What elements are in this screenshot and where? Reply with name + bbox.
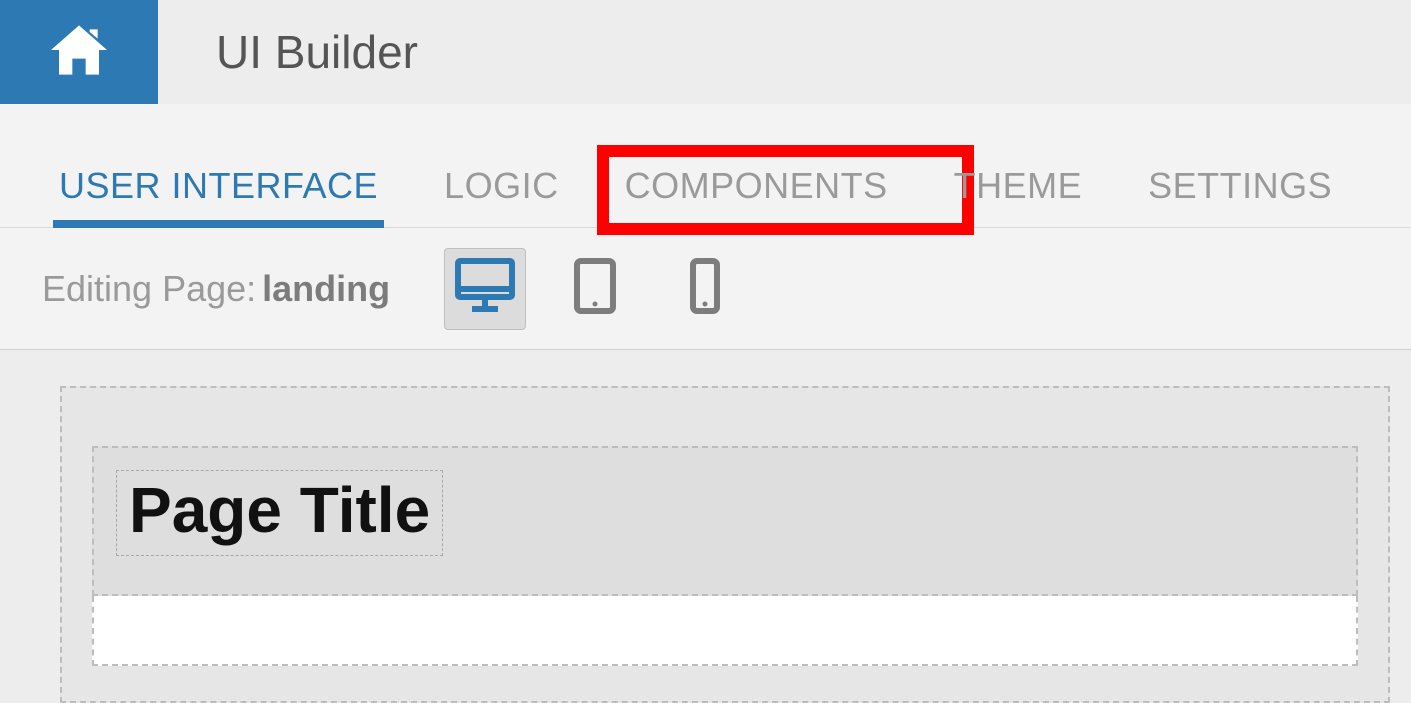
home-icon xyxy=(44,20,114,85)
tab-user-interface[interactable]: USER INTERFACE xyxy=(55,165,382,227)
app-title: UI Builder xyxy=(216,25,418,79)
app-header: UI Builder xyxy=(0,0,1411,104)
tablet-icon xyxy=(572,257,618,320)
tab-theme[interactable]: THEME xyxy=(950,165,1087,227)
device-preview-group xyxy=(444,248,746,330)
design-canvas: Page Title xyxy=(0,350,1411,703)
main-tabbar: USER INTERFACE LOGIC COMPONENTS THEME SE… xyxy=(0,104,1411,228)
page-title-row[interactable]: Page Title xyxy=(92,446,1358,596)
page-body-row[interactable] xyxy=(92,596,1358,666)
phone-icon xyxy=(687,257,723,320)
tab-logic[interactable]: LOGIC xyxy=(440,165,563,227)
tab-components[interactable]: COMPONENTS xyxy=(621,165,892,227)
page-title-component[interactable]: Page Title xyxy=(116,470,443,556)
page-title-text: Page Title xyxy=(129,474,430,546)
device-tablet-button[interactable] xyxy=(554,248,636,330)
device-desktop-button[interactable] xyxy=(444,248,526,330)
device-phone-button[interactable] xyxy=(664,248,746,330)
home-button[interactable] xyxy=(0,0,158,104)
editing-page-label: Editing Page: xyxy=(42,268,256,310)
editing-page-name: landing xyxy=(262,268,390,310)
editor-toolbar: Editing Page: landing xyxy=(0,228,1411,350)
page-container[interactable]: Page Title xyxy=(60,386,1390,703)
tab-settings[interactable]: SETTINGS xyxy=(1144,165,1336,227)
desktop-icon xyxy=(454,257,516,320)
tab-components-wrap: COMPONENTS xyxy=(621,165,950,227)
